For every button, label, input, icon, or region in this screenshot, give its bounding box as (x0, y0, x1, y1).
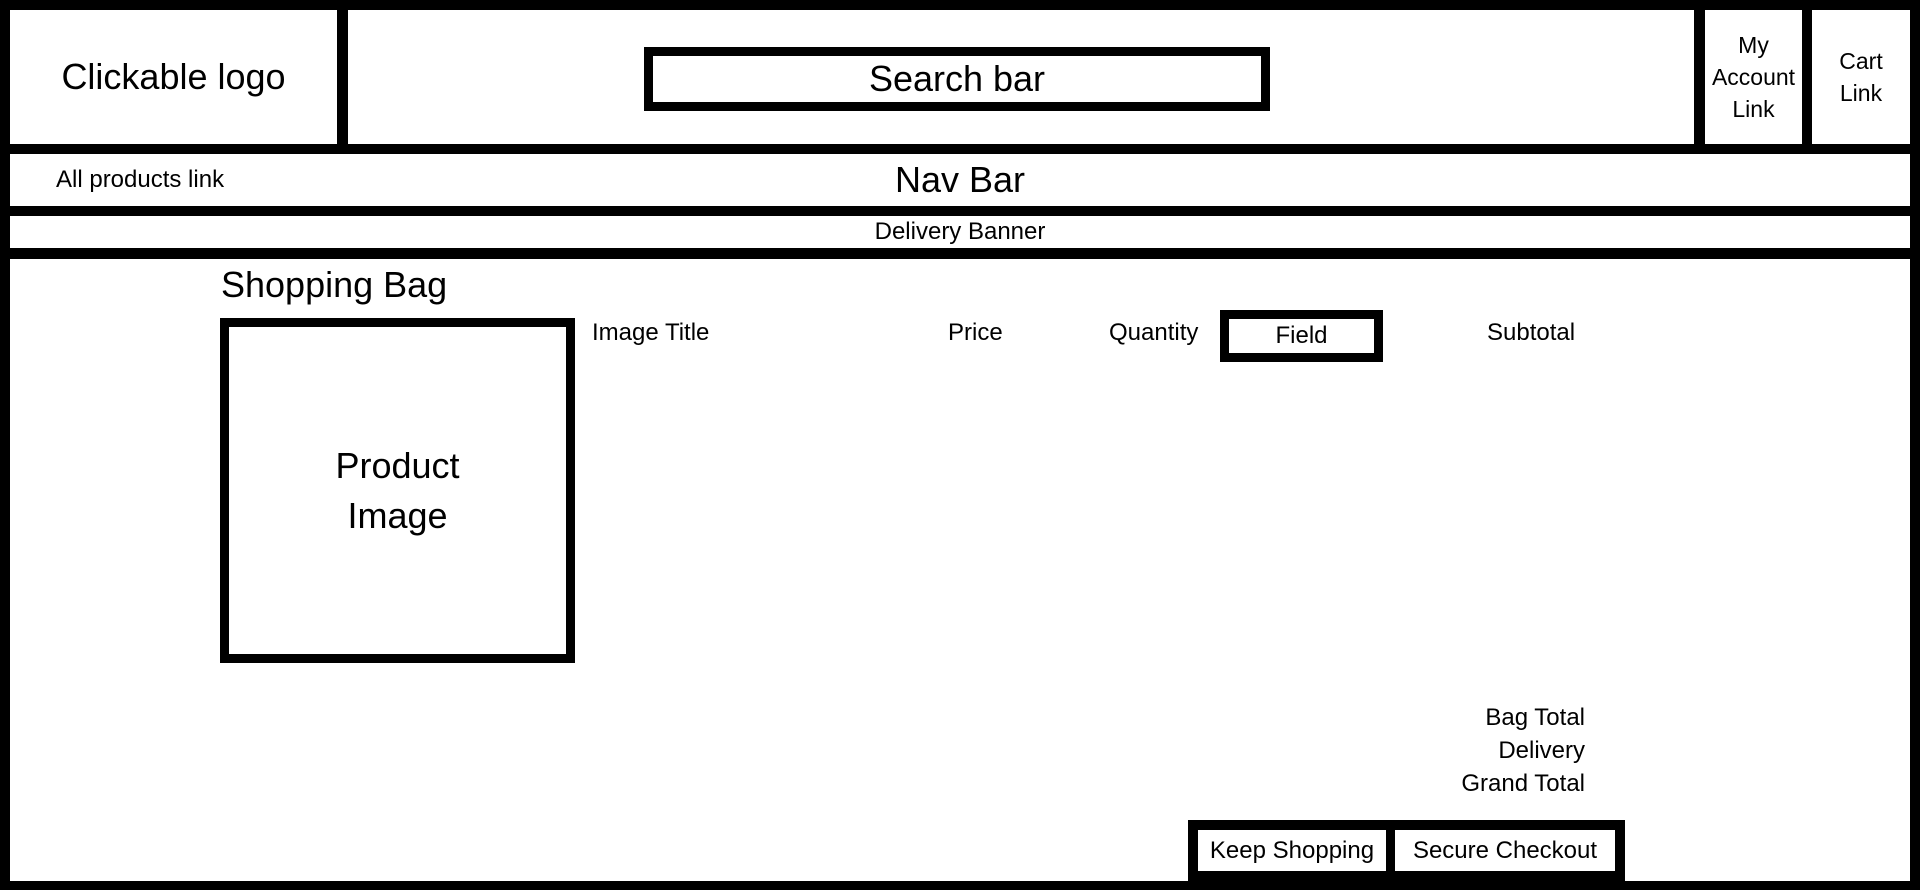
logo-label: Clickable logo (61, 56, 286, 97)
cart-link-line: Link (1839, 80, 1883, 106)
order-totals: Bag Total Delivery Grand Total (1390, 701, 1585, 800)
search-bar-label: Search bar (868, 58, 1046, 99)
product-title[interactable]: Image Title (592, 319, 709, 347)
cart-link[interactable]: Cart Link (1812, 10, 1910, 144)
product-image-label: Image (347, 494, 448, 536)
nav-bar-title: Nav Bar (894, 159, 1026, 200)
nav-bar: Nav Bar All products link (10, 154, 1910, 206)
keep-shopping-button[interactable]: Keep Shopping (1198, 830, 1386, 871)
quantity-field-label: Field (1275, 322, 1328, 349)
product-image-label: Product (335, 444, 460, 486)
action-buttons: Keep Shopping Secure Checkout (1188, 820, 1625, 881)
all-products-link[interactable]: All products link (56, 166, 224, 194)
search-input[interactable]: Search bar (644, 47, 1270, 111)
product-image[interactable]: Product Image (220, 318, 575, 663)
account-link-line: My (1738, 32, 1769, 58)
logo[interactable]: Clickable logo (10, 10, 337, 144)
page-frame: Clickable logo Search bar My Account Lin… (0, 0, 1920, 890)
page-title: Shopping Bag (221, 264, 448, 305)
main-content: Shopping Bag Product Image Image Title P… (10, 259, 1910, 881)
account-link-line: Account (1711, 64, 1796, 90)
account-link-line: Link (1732, 96, 1775, 122)
search-area: Search bar (348, 10, 1694, 144)
quantity-label: Quantity (1109, 319, 1199, 346)
cart-link-line: Cart (1839, 48, 1883, 74)
bag-total: Bag Total (1485, 704, 1585, 731)
delivery-banner-text: Delivery Banner (874, 218, 1046, 245)
product-price: Price (948, 319, 1003, 346)
quantity-field[interactable]: Field (1220, 310, 1383, 362)
secure-checkout-button[interactable]: Secure Checkout (1395, 830, 1615, 871)
delivery-total: Delivery (1498, 737, 1585, 764)
grand-total: Grand Total (1461, 770, 1585, 797)
delivery-banner: Delivery Banner (10, 216, 1910, 248)
product-subtotal: Subtotal (1487, 319, 1576, 346)
my-account-link[interactable]: My Account Link (1705, 10, 1802, 144)
